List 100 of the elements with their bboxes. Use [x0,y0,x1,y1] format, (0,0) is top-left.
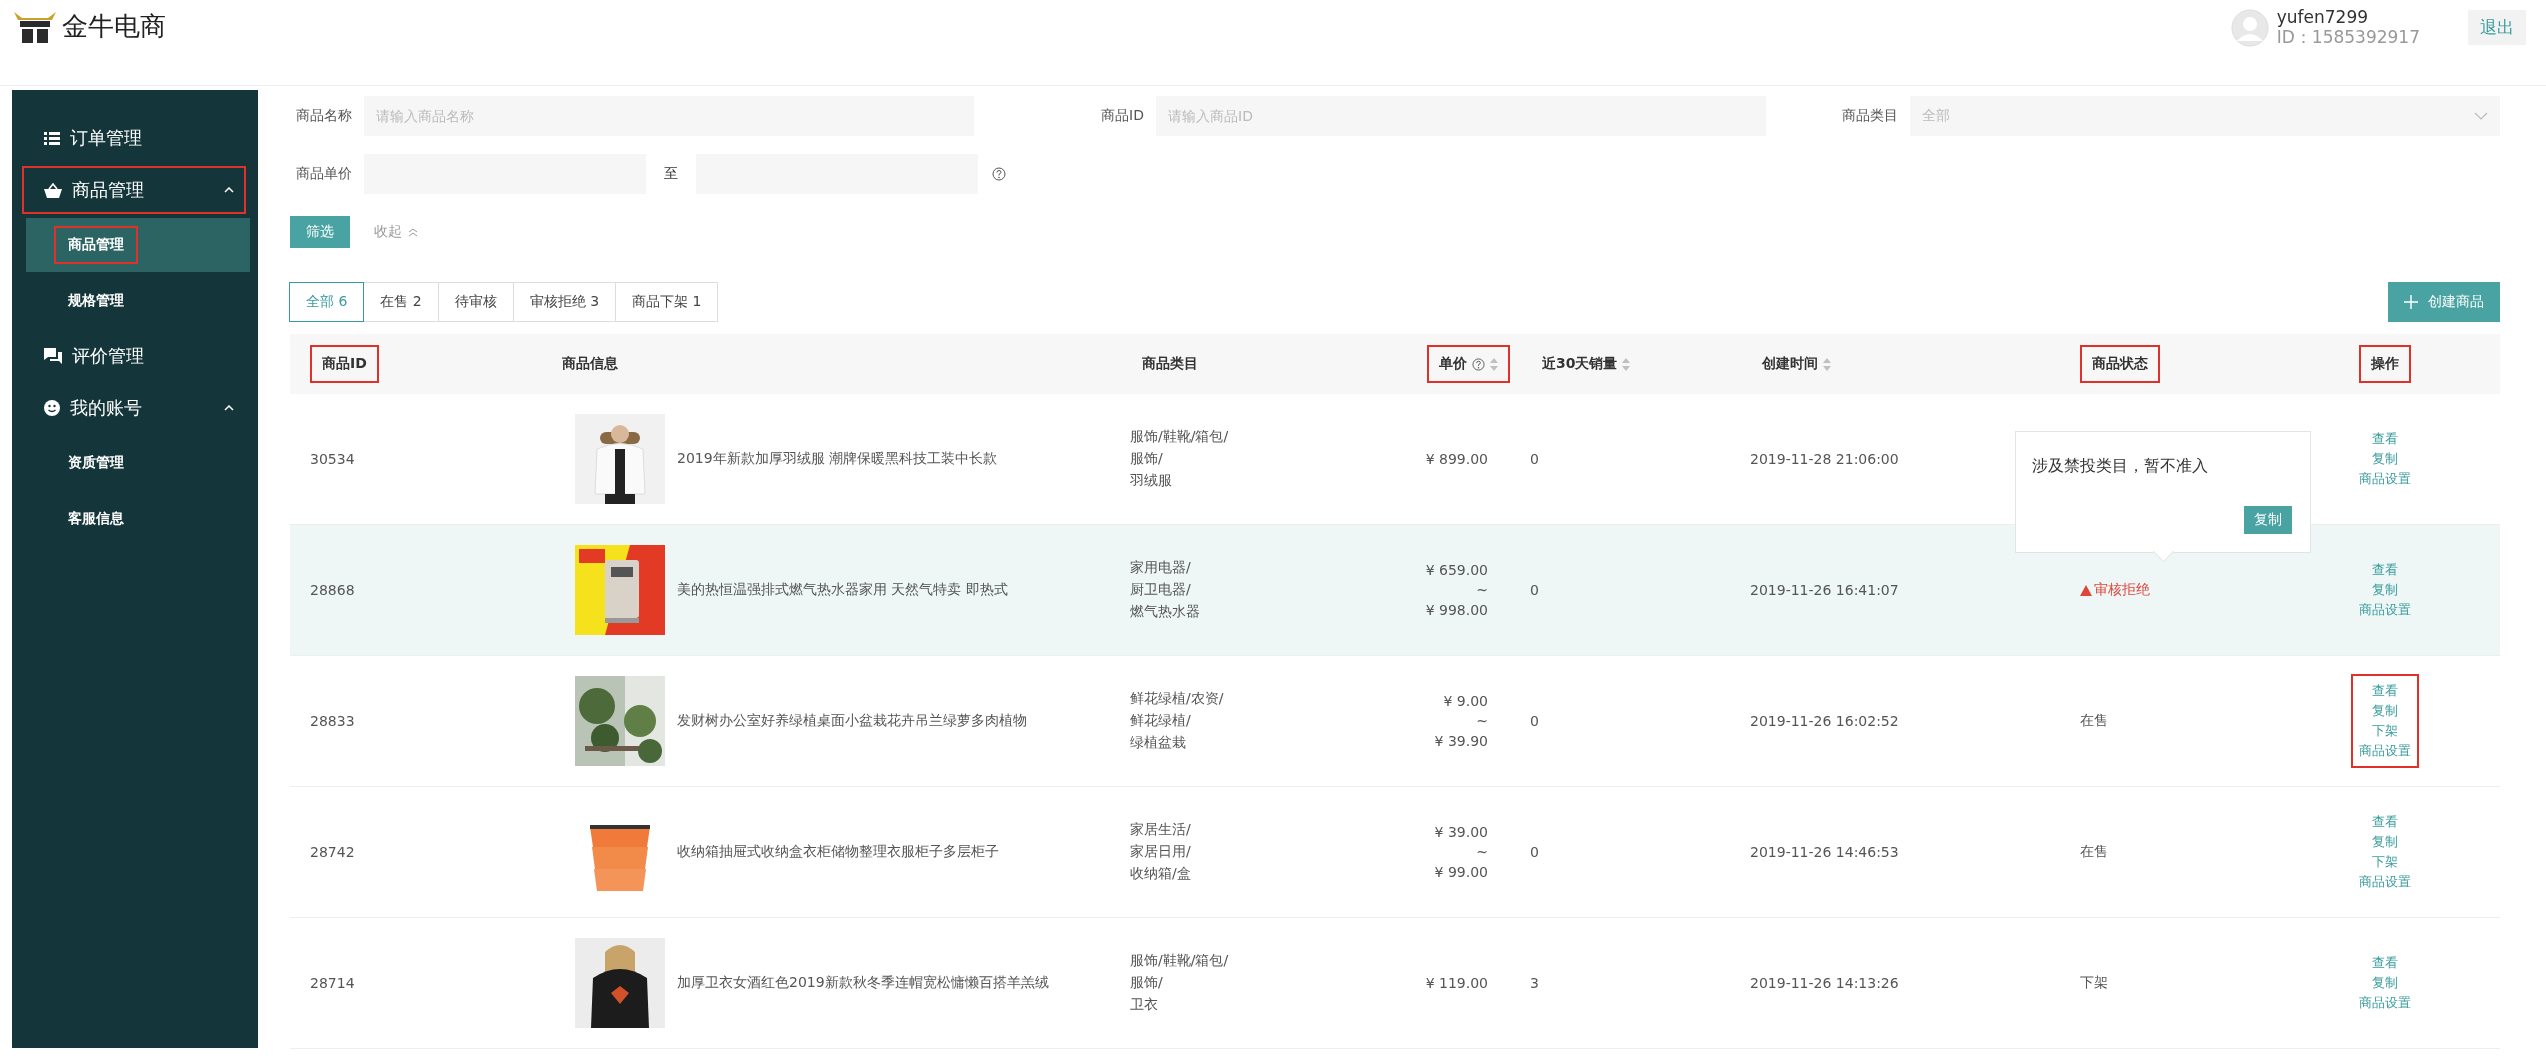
column-header[interactable]: 单价 [1427,345,1510,383]
field-label: 商品单价 [295,165,352,183]
status-text: 下架 [2080,974,2108,990]
category-path: 鲜花绿植/ [1130,712,1192,730]
product-id: 28868 [310,582,355,598]
category-path: 卫衣 [1130,996,1159,1014]
dropdown-caret-icon [2474,112,2488,120]
category-path: 家居日用/ [1130,843,1192,861]
column-header: 操作 [2359,345,2411,383]
sort-icon [1622,357,1631,371]
sidebar-subitem[interactable]: 商品管理 [54,226,138,264]
help-icon[interactable] [992,167,1006,181]
action-link[interactable]: 查看 [2372,430,2398,448]
filter-button[interactable]: 筛选 [290,216,350,248]
action-link[interactable]: 复制 [2372,974,2398,992]
create-product-button[interactable]: 创建商品 [2388,282,2500,322]
sales-count: 3 [1530,975,1539,991]
status-text[interactable]: 审核拒绝 [2080,581,2150,599]
price-text: ~ [1476,844,1488,860]
avatar-icon [2230,8,2269,47]
product-title[interactable]: 美的热恒温强排式燃气热水器家用 天然气特卖 即热式 [677,581,1008,599]
popover-text: 涉及禁投类目，暂不准入 [2032,456,2208,475]
action-link[interactable]: 复制 [2372,581,2398,599]
sales-count: 0 [1530,451,1539,467]
price-text: ~ [1476,582,1488,598]
column-header: 商品ID [310,345,379,383]
action-link[interactable]: 下架 [2372,853,2398,871]
product-title[interactable]: 2019年新款加厚羽绒服 潮牌保暖黑科技工装中长款 [677,450,998,468]
sidebar-item[interactable]: 评价管理 [22,332,246,380]
column-header: 商品信息 [561,354,619,373]
brand-name: 金牛电商 [62,9,166,43]
action-link[interactable]: 下架 [2372,722,2398,740]
action-link[interactable]: 商品设置 [2359,873,2411,891]
category-path: 绿植盆栽 [1130,734,1187,752]
sales-count: 0 [1530,844,1539,860]
price-text: ¥ 39.00 [1434,824,1488,840]
user-name: yufen7299 [2276,7,2370,28]
action-link[interactable]: 商品设置 [2359,742,2411,760]
category-path: 服饰/鞋靴/箱包/ [1130,428,1230,446]
price-text: ¥ 659.00 [1425,562,1488,578]
status-text: 在售 [2080,712,2108,728]
product-title[interactable]: 发财树办公室好养绿植桌面小盆栽花卉吊兰绿萝多肉植物 [677,712,1027,730]
action-link[interactable]: 复制 [2372,702,2398,720]
category-path: 收纳箱/盒 [1130,865,1192,883]
sidebar-item[interactable]: 订单管理 [22,114,246,162]
product-id: 28714 [310,975,355,991]
price-text: ¥ 9.00 [1443,693,1488,709]
action-link[interactable]: 查看 [2372,682,2398,700]
category-path: 家用电器/ [1130,559,1192,577]
category-select[interactable]: 全部 [1910,96,2500,136]
action-link[interactable]: 复制 [2372,450,2398,468]
column-header: 商品类目 [1141,354,1199,373]
product-id: 28833 [310,713,355,729]
double-chevron-icon [408,227,418,237]
created-time: 2019-11-26 14:13:26 [1750,975,1899,991]
action-link[interactable]: 商品设置 [2359,601,2411,619]
action-link[interactable]: 查看 [2372,954,2398,972]
status-tab[interactable]: 审核拒绝 3 [512,282,617,322]
sidebar-subitem[interactable]: 客服信息 [54,500,138,538]
field-label: 商品名称 [295,107,352,125]
sidebar-item[interactable]: 我的账号 [22,384,246,432]
price-text: ¥ 899.00 [1425,451,1488,467]
text-field[interactable]: 请输入商品名称 [364,96,974,136]
status-tab[interactable]: 商品下架 1 [615,282,719,322]
text-field[interactable]: 请输入商品ID [1156,96,1766,136]
range-separator: 至 [664,165,678,183]
category-path: 厨卫电器/ [1130,581,1192,599]
list-icon [44,131,60,145]
sort-icon [1823,357,1831,371]
sort-icon [1490,357,1498,371]
field-label: 商品ID [1100,107,1144,125]
product-title[interactable]: 加厚卫衣女酒红色2019新款秋冬季连帽宽松慵懒百搭羊羔绒 [677,974,1049,992]
product-title[interactable]: 收纳箱抽屉式收纳盒衣柜储物整理衣服柜子多层柜子 [677,843,999,861]
column-header[interactable]: 创建时间 [1750,345,1843,383]
sales-count: 0 [1530,713,1539,729]
user-id: ID：1585392917 [2276,27,2420,48]
created-time: 2019-11-28 21:06:00 [1750,451,1899,467]
field-label: 商品类目 [1841,107,1898,125]
warning-icon [2080,584,2092,596]
action-link[interactable]: 商品设置 [2359,994,2411,1012]
sidebar-item[interactable]: 商品管理 [22,166,246,214]
action-link[interactable]: 复制 [2372,833,2398,851]
price-text: ¥ 119.00 [1425,975,1488,991]
column-header: 商品状态 [2080,345,2160,383]
created-time: 2019-11-26 16:41:07 [1750,582,1899,598]
logout-button[interactable]: 退出 [2468,10,2526,45]
sidebar-subitem[interactable]: 规格管理 [54,282,138,320]
action-link[interactable]: 查看 [2372,561,2398,579]
action-link[interactable]: 商品设置 [2359,470,2411,488]
plus-icon [2404,295,2418,309]
status-tab[interactable]: 待审核 [437,282,514,322]
column-header[interactable]: 近30天销量 [1530,345,1643,383]
copy-button[interactable]: 复制 [2244,506,2292,534]
status-tab[interactable]: 在售 2 [363,282,439,322]
sidebar-subitem[interactable]: 资质管理 [54,444,138,482]
price-text: ~ [1476,713,1488,729]
status-tab[interactable]: 全部 6 [289,282,365,322]
category-path: 服饰/ [1130,974,1164,992]
collapse-link[interactable]: 收起 [368,222,424,242]
action-link[interactable]: 查看 [2372,813,2398,831]
